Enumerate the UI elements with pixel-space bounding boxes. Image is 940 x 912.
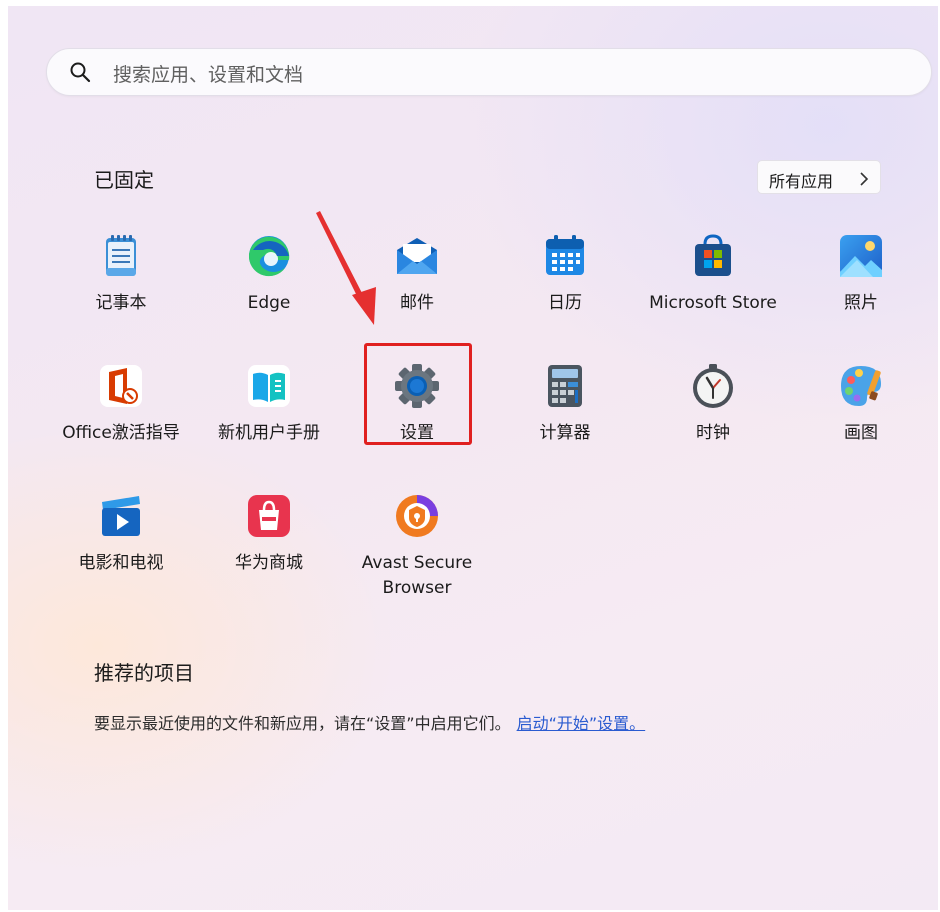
app-label: 记事本 (95, 293, 147, 313)
photos-icon (840, 235, 882, 277)
annotation-arrow-icon (316, 211, 376, 325)
app-label: 计算器 (539, 423, 591, 443)
app-tile-paint[interactable]: 画图 (787, 354, 935, 474)
app-tile-photos[interactable]: 照片 (787, 224, 935, 344)
app-tile-avast[interactable]: Avast Secure Browser (343, 484, 491, 604)
search-icon (70, 62, 91, 83)
app-label: Microsoft Store (649, 293, 777, 313)
avast-icon (396, 495, 438, 537)
clock-icon (693, 364, 733, 408)
search-box[interactable]: 搜索应用、设置和文档 (46, 48, 932, 96)
settings-highlight-box (364, 343, 472, 445)
app-label: 画图 (844, 423, 878, 443)
office-icon (100, 365, 142, 407)
app-tile-movies-tv[interactable]: 电影和电视 (47, 484, 195, 604)
app-tile-office-activation[interactable]: Office激活指导 (47, 354, 195, 474)
start-menu-panel: 搜索应用、设置和文档 已固定 所有应用 记事本 Edge 邮件 日历 Micro… (8, 6, 938, 910)
search-placeholder: 搜索应用、设置和文档 (113, 64, 304, 86)
app-label: 日历 (548, 293, 582, 313)
app-tile-user-manual[interactable]: 新机用户手册 (195, 354, 343, 474)
all-apps-button[interactable]: 所有应用 (757, 160, 881, 194)
store-icon (695, 234, 731, 276)
paint-icon (841, 366, 881, 406)
all-apps-label: 所有应用 (769, 172, 834, 191)
app-label: 电影和电视 (78, 553, 164, 573)
app-tile-store[interactable]: Microsoft Store (639, 224, 787, 344)
app-label: 新机用户手册 (218, 423, 320, 443)
app-label: Avast Secure Browser (361, 553, 473, 598)
mail-icon (397, 238, 437, 274)
app-label: 照片 (844, 293, 878, 313)
start-settings-link[interactable]: 启动“开始”设置。 (517, 714, 646, 733)
pinned-title: 已固定 (94, 168, 154, 192)
calendar-icon (546, 235, 584, 275)
app-label: 时钟 (696, 423, 730, 443)
app-tile-vmall[interactable]: 华为商城 (195, 484, 343, 604)
notepad-icon (106, 235, 136, 276)
recommended-text: 要显示最近使用的文件和新应用，请在“设置”中启用它们。 (94, 714, 511, 733)
calculator-icon (548, 365, 582, 407)
app-tile-notepad[interactable]: 记事本 (47, 224, 195, 344)
vmall-icon (248, 495, 290, 537)
app-tile-calendar[interactable]: 日历 (491, 224, 639, 344)
app-tile-clock[interactable]: 时钟 (639, 354, 787, 474)
recommended-title: 推荐的项目 (94, 661, 194, 685)
app-label: 华为商城 (235, 553, 303, 573)
chevron-right-icon (860, 172, 869, 186)
movies-icon (102, 496, 140, 536)
app-label: Office激活指导 (62, 423, 180, 443)
app-tile-calculator[interactable]: 计算器 (491, 354, 639, 474)
edge-icon (249, 236, 290, 277)
recommended-description: 要显示最近使用的文件和新应用，请在“设置”中启用它们。 启动“开始”设置。 (94, 710, 645, 734)
manual-icon (248, 365, 290, 407)
